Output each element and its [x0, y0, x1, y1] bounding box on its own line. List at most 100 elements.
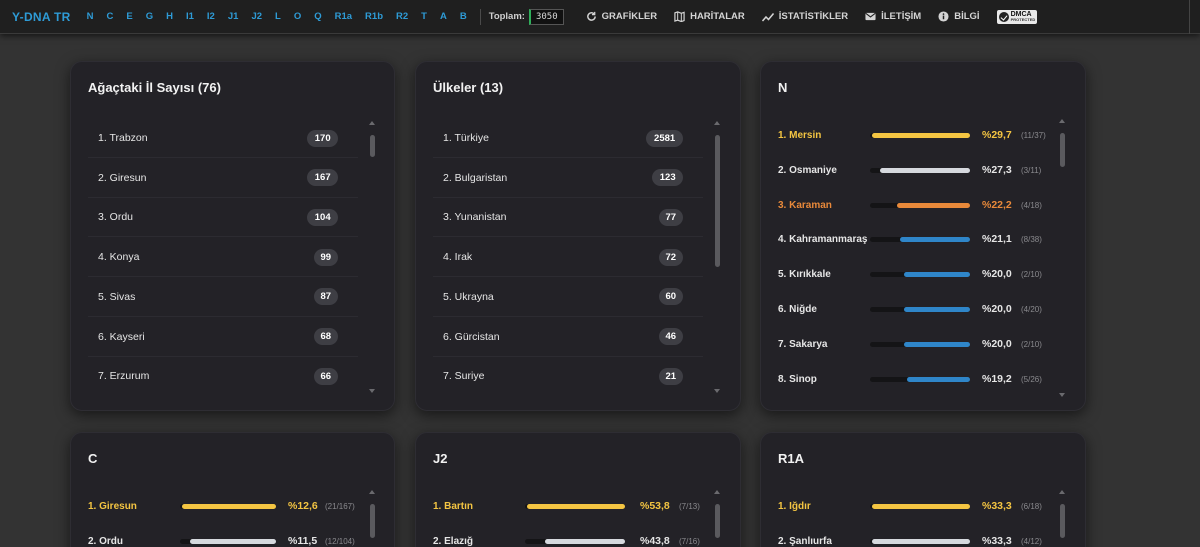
percentage-bar-fill — [545, 538, 625, 544]
list-row[interactable]: 3. Ordu 104 — [88, 197, 358, 238]
list-row[interactable]: 1. Türkiye 2581 — [433, 118, 703, 158]
haplogroup-link-q[interactable]: Q — [314, 11, 321, 22]
list-row[interactable]: 5. Ukrayna 60 — [433, 277, 703, 317]
scroll-up-icon[interactable] — [1059, 119, 1065, 123]
brand-logo[interactable]: Y-DNA TR — [12, 10, 71, 24]
stat-ratio: (12/104) — [325, 536, 355, 546]
haplogroup-link-r1b[interactable]: R1b — [365, 11, 383, 22]
scroll-thumb[interactable] — [370, 504, 375, 538]
stat-row[interactable]: 5. Kırıkkale %20,0 (2/10) — [778, 257, 1050, 292]
percentage-bar-track — [525, 504, 625, 509]
scroll-down-icon[interactable] — [714, 389, 720, 393]
stat-row[interactable]: 1. Giresun %12,6 (21/167) — [88, 489, 360, 524]
haplogroup-link-e[interactable]: E — [126, 11, 132, 22]
percentage-bar-track — [870, 133, 970, 138]
haplogroup-link-r1a[interactable]: R1a — [335, 11, 352, 22]
list-row[interactable]: 3. Yunanistan 77 — [433, 197, 703, 238]
nav-statistics[interactable]: İSTATİSTİKLER — [761, 11, 848, 22]
stat-percentage: %43,8 — [640, 534, 670, 547]
haplogroup-link-i1[interactable]: I1 — [186, 11, 194, 22]
scroll-thumb[interactable] — [370, 135, 375, 157]
card-countries: Ülkeler (13) 1. Türkiye 2581 2. Bulgarista… — [415, 61, 741, 411]
scroll-thumb[interactable] — [715, 135, 720, 267]
stat-percentage: %29,7 — [982, 129, 1012, 141]
list-row[interactable]: 1. Trabzon 170 — [88, 118, 358, 158]
list-row[interactable]: 2. Giresun 167 — [88, 158, 358, 198]
stat-row[interactable]: 2. Ordu %11,5 (12/104) — [88, 524, 360, 547]
countries-scrollbar[interactable] — [713, 121, 721, 393]
haplogroup-link-j1[interactable]: J1 — [228, 11, 239, 22]
scroll-up-icon[interactable] — [714, 490, 720, 494]
haplogroup-link-t[interactable]: T — [421, 11, 427, 22]
window-edge — [1189, 0, 1190, 34]
stat-row[interactable]: 6. Niğde %20,0 (4/20) — [778, 292, 1050, 327]
stat-row[interactable]: 4. Kahramanmaraş %21,1 (8/38) — [778, 222, 1050, 257]
stat-row[interactable]: 3. Karaman %22,2 (4/18) — [778, 188, 1050, 223]
haplo-c-scrollbar[interactable] — [368, 490, 376, 547]
card-provinces-title: Ağaçtaki İl Sayısı (76) — [88, 80, 221, 95]
card-haplo-c: C 1. Giresun %12,6 (21/167) 2. Ordu %11,5 (12… — [70, 432, 395, 547]
list-row[interactable]: 4. Konya 99 — [88, 237, 358, 278]
haplogroup-link-n[interactable]: N — [87, 11, 94, 22]
nav-graphics[interactable]: GRAFİKLER — [586, 11, 657, 22]
list-row[interactable]: 4. Irak 72 — [433, 237, 703, 278]
scroll-down-icon[interactable] — [369, 389, 375, 393]
stat-row[interactable]: 2. Şanlıurfa %33,3 (4/12) — [778, 524, 1050, 547]
scroll-up-icon[interactable] — [369, 490, 375, 494]
count-badge: 2581 — [646, 129, 683, 147]
dmca-badge[interactable]: DMCA PROTECTED — [996, 9, 1037, 24]
list-row[interactable]: 6. Kayseri 68 — [88, 317, 358, 357]
list-row[interactable]: 2. Bulgaristan 123 — [433, 158, 703, 198]
haplo-r1a-scrollbar[interactable] — [1058, 490, 1066, 547]
percentage-bar-track — [870, 504, 970, 509]
haplogroup-link-a[interactable]: A — [440, 11, 447, 22]
nav-maps[interactable]: HARİTALAR — [674, 11, 745, 22]
stat-row[interactable]: 1. Iğdır %33,3 (6/18) — [778, 489, 1050, 524]
stat-percentage: %33,3 — [982, 500, 1012, 512]
scroll-up-icon[interactable] — [369, 121, 375, 125]
stat-row[interactable]: 1. Mersin %29,7 (11/37) — [778, 118, 1050, 153]
haplogroup-link-i2[interactable]: I2 — [207, 11, 215, 22]
card-haplo-n: N 1. Mersin %29,7 (11/37) 2. Osmaniye %27,3 (… — [760, 61, 1086, 411]
stat-row[interactable]: 7. Sakarya %20,0 (2/10) — [778, 327, 1050, 362]
list-row[interactable]: 6. Gürcistan 46 — [433, 317, 703, 357]
list-row[interactable]: 7. Suriye 21 — [433, 356, 703, 396]
haplogroup-link-h[interactable]: H — [166, 11, 173, 22]
info-icon — [938, 11, 949, 22]
scroll-up-icon[interactable] — [714, 121, 720, 125]
stat-percentage: %20,0 — [982, 303, 1012, 315]
haplogroup-link-g[interactable]: G — [146, 11, 153, 22]
stat-row[interactable]: 2. Elazığ %43,8 (7/16) — [433, 524, 705, 547]
haplogroup-link-b[interactable]: B — [460, 11, 467, 22]
nav-info[interactable]: BİLGİ — [938, 11, 980, 22]
list-row[interactable]: 5. Sivas 87 — [88, 277, 358, 317]
percentage-bar-track — [180, 504, 276, 509]
haplo-n-scrollbar[interactable] — [1058, 119, 1066, 397]
scroll-thumb[interactable] — [1060, 133, 1065, 167]
list-row[interactable]: 7. Erzurum 66 — [88, 356, 358, 396]
haplogroup-link-c[interactable]: C — [107, 11, 114, 22]
haplo-j2-list: 1. Bartın %53,8 (7/13) 2. Elazığ %43,8 (7/16) — [433, 489, 705, 547]
card-haplo-c-title: C — [88, 451, 98, 466]
scroll-thumb[interactable] — [715, 504, 720, 538]
row-label: 6. Gürcistan — [443, 330, 500, 343]
scroll-up-icon[interactable] — [1059, 490, 1065, 494]
scroll-down-icon[interactable] — [1059, 393, 1065, 397]
haplo-j2-scrollbar[interactable] — [713, 490, 721, 547]
haplogroup-link-l[interactable]: L — [275, 11, 281, 22]
provinces-scrollbar[interactable] — [368, 121, 376, 393]
haplogroup-link-r2[interactable]: R2 — [396, 11, 408, 22]
stat-ratio: (7/13) — [679, 502, 700, 511]
stat-row[interactable]: 2. Osmaniye %27,3 (3/11) — [778, 153, 1050, 188]
haplogroup-link-o[interactable]: O — [294, 11, 301, 22]
scroll-thumb[interactable] — [1060, 504, 1065, 538]
count-badge: 123 — [652, 169, 683, 187]
stat-row[interactable]: 8. Sinop %19,2 (5/26) — [778, 362, 1050, 397]
map-icon — [674, 11, 685, 22]
percentage-bar-fill — [904, 307, 970, 312]
haplogroup-link-j2[interactable]: J2 — [251, 11, 262, 22]
stat-row[interactable]: 1. Bartın %53,8 (7/13) — [433, 489, 705, 524]
card-haplo-j2-title: J2 — [433, 451, 448, 466]
nav-contact[interactable]: İLETİŞİM — [865, 11, 921, 22]
stat-percentage: %20,0 — [982, 268, 1012, 281]
